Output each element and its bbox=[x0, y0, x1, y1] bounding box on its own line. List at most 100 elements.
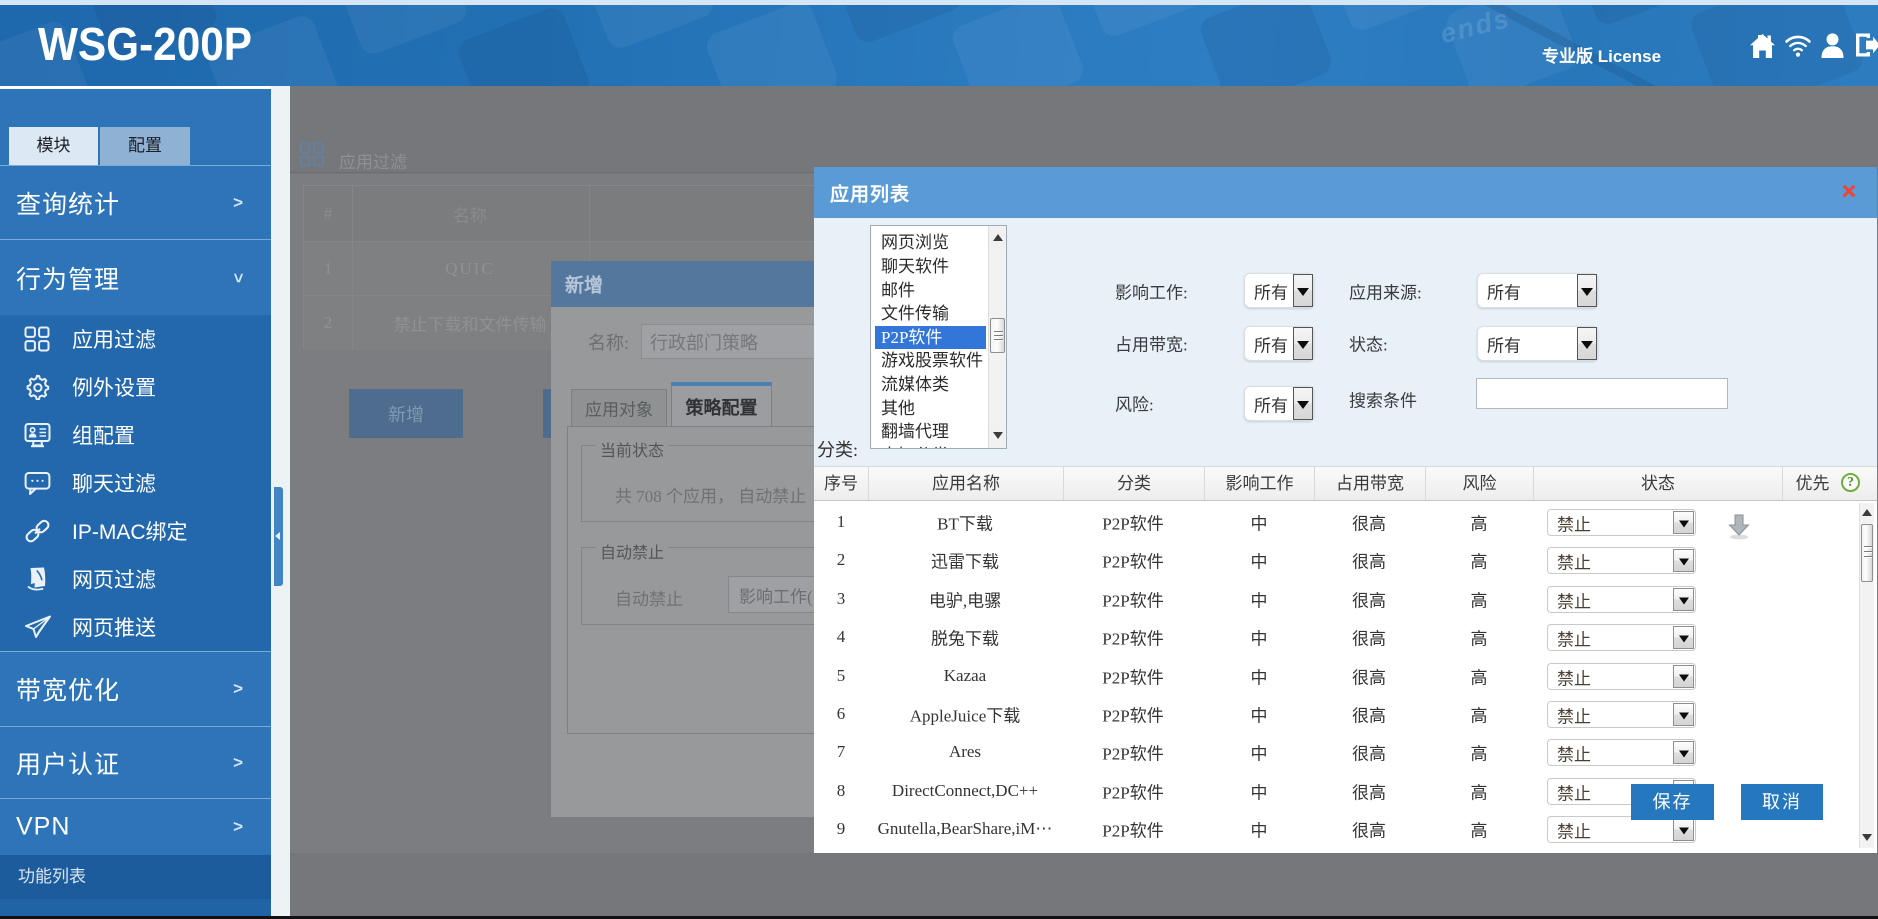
status-select[interactable]: 禁止 bbox=[1547, 586, 1696, 613]
cell-impact: 中 bbox=[1251, 817, 1268, 842]
category-option[interactable]: 文件传输 bbox=[872, 302, 988, 325]
user-icon[interactable] bbox=[1820, 32, 1845, 63]
tab-modules[interactable]: 模块 bbox=[9, 127, 98, 165]
dialog-title: 应用列表 bbox=[830, 179, 910, 206]
sidebar-item-behavior-mgmt[interactable]: 行为管理 > bbox=[0, 239, 271, 315]
cell-bandwidth: 很高 bbox=[1352, 740, 1386, 765]
risk-filter-select[interactable]: 所有 bbox=[1244, 386, 1314, 421]
help-icon[interactable]: ? bbox=[1841, 473, 1860, 492]
sidebar-item-user-auth[interactable]: 用户认证 > bbox=[0, 726, 271, 798]
sidebar-item-vpn[interactable]: VPN > bbox=[0, 798, 271, 855]
scroll-up-arrow-icon bbox=[1862, 509, 1872, 516]
category-option[interactable]: 流媒体类 bbox=[872, 373, 988, 396]
impact-filter-select[interactable]: 所有 bbox=[1244, 273, 1314, 308]
status-select[interactable]: 禁止 bbox=[1547, 509, 1696, 536]
sidebar-item-group-config[interactable]: 组配置 bbox=[0, 411, 271, 459]
bandwidth-filter-select[interactable]: 所有 bbox=[1244, 326, 1314, 361]
link-icon bbox=[24, 518, 51, 545]
select-value: 所有 bbox=[1254, 278, 1288, 303]
search-label: 搜索条件 bbox=[1349, 387, 1417, 412]
sidebar-item-app-filter[interactable]: 应用过滤 bbox=[0, 315, 271, 363]
cell-no: 8 bbox=[837, 781, 846, 801]
cell-bandwidth: 很高 bbox=[1352, 779, 1386, 804]
dimmed-table-header bbox=[304, 186, 814, 242]
scrollbar-thumb[interactable] bbox=[990, 318, 1005, 353]
source-filter-select[interactable]: 所有 bbox=[1477, 273, 1598, 308]
select-value: 禁止 bbox=[1557, 702, 1591, 727]
cell-category: P2P软件 bbox=[1102, 625, 1163, 650]
sidebar-section-label: 行为管理 bbox=[16, 260, 120, 296]
dropdown-arrow-icon[interactable] bbox=[1673, 588, 1694, 611]
sidebar-collapse-handle[interactable] bbox=[274, 487, 283, 586]
sidebar-section-label: 用户认证 bbox=[16, 745, 120, 781]
col-no: 序号 bbox=[814, 467, 868, 500]
dropdown-arrow-icon[interactable] bbox=[1673, 511, 1694, 534]
category-option[interactable]: 邮件 bbox=[872, 279, 988, 302]
keyboard-key-decoration bbox=[579, 5, 717, 52]
dropdown-arrow-icon[interactable] bbox=[1673, 549, 1694, 572]
sidebar-item-query-stats[interactable]: 查询统计 > bbox=[0, 165, 271, 239]
sidebar-item-ip-mac[interactable]: IP-MAC绑定 bbox=[0, 507, 271, 555]
cell-name: Ares bbox=[949, 742, 981, 762]
category-option-selected[interactable]: P2P软件 bbox=[875, 326, 986, 349]
category-option[interactable]: 聊天软件 bbox=[872, 255, 988, 278]
tab-config[interactable]: 配置 bbox=[100, 127, 190, 165]
cell-impact: 中 bbox=[1251, 510, 1268, 535]
cell-no: 5 bbox=[837, 666, 846, 686]
sidebar-item-chat-filter[interactable]: 聊天过滤 bbox=[0, 459, 271, 507]
status-select[interactable]: 禁止 bbox=[1547, 663, 1696, 690]
sidebar-item-web-filter[interactable]: 网页过滤 bbox=[0, 555, 271, 603]
dropdown-arrow-icon[interactable] bbox=[1673, 741, 1694, 764]
category-option[interactable]: 其他 bbox=[872, 397, 988, 420]
keyboard-key-decoration bbox=[1197, 5, 1335, 86]
dropdown-arrow-icon[interactable] bbox=[1673, 818, 1694, 841]
thumb-grip bbox=[994, 335, 1003, 336]
category-option[interactable]: 网页浏览 bbox=[872, 231, 988, 254]
status-select[interactable]: 禁止 bbox=[1547, 624, 1696, 651]
status-select[interactable]: 禁止 bbox=[1547, 701, 1696, 728]
listbox-scrollbar[interactable] bbox=[988, 226, 1006, 448]
thumb-grip bbox=[994, 339, 1003, 340]
dimmed-add-button[interactable]: 新增 bbox=[349, 389, 463, 438]
keyboard-key-decoration bbox=[1567, 5, 1705, 28]
close-icon[interactable]: ✕ bbox=[1838, 181, 1860, 203]
category-option[interactable]: 翻墙代理 bbox=[872, 420, 988, 443]
dropdown-arrow-icon[interactable] bbox=[1577, 327, 1597, 360]
dropdown-arrow-icon[interactable] bbox=[1293, 327, 1313, 360]
save-button[interactable]: 保存 bbox=[1631, 784, 1714, 820]
status-select[interactable]: 禁止 bbox=[1547, 816, 1696, 843]
dropdown-arrow-icon[interactable] bbox=[1293, 387, 1313, 420]
sidebar-footer-function-list[interactable]: 功能列表 bbox=[0, 855, 271, 899]
scroll-down-button[interactable] bbox=[989, 424, 1007, 448]
scroll-up-button[interactable] bbox=[989, 226, 1007, 250]
status-select[interactable]: 禁止 bbox=[1547, 739, 1696, 766]
priority-down-icon[interactable] bbox=[1726, 513, 1754, 541]
select-value: 禁止 bbox=[1557, 779, 1591, 804]
cancel-button[interactable]: 取消 bbox=[1741, 784, 1823, 820]
cell-category: P2P软件 bbox=[1102, 664, 1163, 689]
status-select[interactable]: 禁止 bbox=[1547, 547, 1696, 574]
sidebar-submenu: 应用过滤 例外设置 组配置 聊天过滤 IP-MAC绑定 网页过滤 网页推送 bbox=[0, 315, 271, 651]
sidebar-item-bandwidth[interactable]: 带宽优化 > bbox=[0, 651, 271, 726]
sidebar-item-web-push[interactable]: 网页推送 bbox=[0, 603, 271, 651]
logout-icon[interactable] bbox=[1854, 32, 1878, 63]
dropdown-arrow-icon[interactable] bbox=[1673, 665, 1694, 688]
dropdown-arrow-icon[interactable] bbox=[1293, 274, 1313, 307]
dropdown-arrow-icon[interactable] bbox=[1673, 626, 1694, 649]
col-bandwidth: 占用带宽 bbox=[1314, 467, 1425, 500]
status-filter-select[interactable]: 所有 bbox=[1477, 326, 1598, 361]
tab-policy-config[interactable]: 策略配置 bbox=[671, 382, 772, 427]
dropdown-arrow-icon[interactable] bbox=[1673, 703, 1694, 726]
category-option[interactable]: 游戏股票软件 bbox=[872, 349, 988, 372]
search-input[interactable] bbox=[1476, 378, 1728, 409]
category-option[interactable]: 未知分类 bbox=[872, 444, 988, 449]
table-scrollbar[interactable] bbox=[1859, 503, 1874, 848]
cell-bandwidth: 很高 bbox=[1352, 664, 1386, 689]
cell-name: 电驴,电骡 bbox=[929, 587, 1001, 612]
dropdown-arrow-icon[interactable] bbox=[1577, 274, 1597, 307]
home-icon[interactable] bbox=[1749, 32, 1776, 64]
table-scrollbar-thumb[interactable] bbox=[1861, 524, 1873, 582]
wifi-icon[interactable] bbox=[1784, 31, 1812, 64]
sidebar-item-exception[interactable]: 例外设置 bbox=[0, 363, 271, 411]
tab-app-target[interactable]: 应用对象 bbox=[571, 389, 667, 427]
